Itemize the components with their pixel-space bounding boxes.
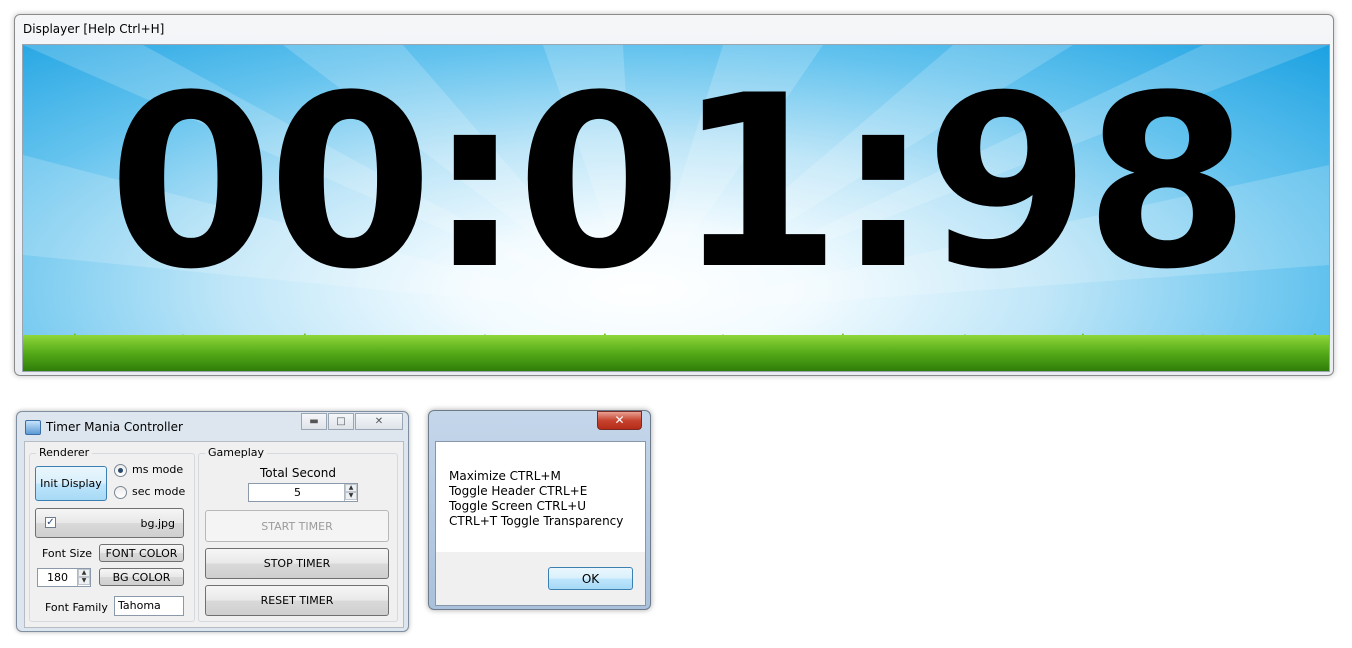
- font-family-label: Font Family: [45, 601, 108, 614]
- help-dialog: ✕ Maximize CTRL+M Toggle Header CTRL+E T…: [428, 410, 651, 610]
- grass-strip: [23, 335, 1329, 371]
- gameplay-group: Gameplay Total Second 5 ▲ ▼ START TIMER …: [198, 446, 398, 622]
- start-timer-button[interactable]: START TIMER: [205, 510, 389, 542]
- font-size-value: 180: [47, 571, 68, 584]
- help-text-area: Maximize CTRL+M Toggle Header CTRL+E Tog…: [436, 442, 645, 552]
- controller-title: Timer Mania Controller: [46, 420, 183, 434]
- init-display-button[interactable]: Init Display: [35, 466, 107, 501]
- renderer-group: Renderer Init Display ms mode sec mode ✓…: [29, 446, 195, 622]
- spin-down-icon[interactable]: ▼: [345, 492, 357, 500]
- total-second-label: Total Second: [259, 466, 336, 480]
- font-size-label: Font Size: [42, 547, 93, 560]
- total-second-stepper[interactable]: ▲ ▼: [344, 484, 357, 501]
- app-monitor-icon: [25, 420, 41, 435]
- help-dialog-client: Maximize CTRL+M Toggle Header CTRL+E Tog…: [435, 441, 646, 606]
- ms-mode-label: ms mode: [132, 463, 184, 476]
- gameplay-group-label: Gameplay: [205, 446, 268, 459]
- total-second-value: 5: [294, 486, 301, 499]
- reset-timer-button[interactable]: RESET TIMER: [205, 585, 389, 616]
- minimize-button[interactable]: ▬: [301, 413, 327, 430]
- ms-mode-radio[interactable]: [114, 464, 127, 477]
- spin-up-icon[interactable]: ▲: [78, 569, 90, 577]
- close-icon[interactable]: ✕: [355, 413, 403, 430]
- font-family-input[interactable]: Tahoma: [114, 596, 184, 616]
- help-line-toggle-screen: Toggle Screen CTRL+U: [449, 499, 587, 513]
- background-file-label: bg.jpg: [140, 516, 175, 530]
- font-color-button[interactable]: FONT COLOR: [99, 544, 184, 562]
- renderer-group-label: Renderer: [36, 446, 93, 459]
- bg-color-button[interactable]: BG COLOR: [99, 568, 184, 586]
- spin-down-icon[interactable]: ▼: [78, 577, 90, 585]
- maximize-button[interactable]: □: [328, 413, 354, 430]
- help-line-maximize: Maximize CTRL+M: [449, 469, 561, 483]
- spin-up-icon[interactable]: ▲: [345, 484, 357, 492]
- background-checkbox[interactable]: ✓: [45, 517, 56, 528]
- close-icon[interactable]: ✕: [597, 411, 642, 430]
- background-image-button[interactable]: ✓ bg.jpg: [35, 508, 184, 538]
- stop-timer-button[interactable]: STOP TIMER: [205, 548, 389, 579]
- sec-mode-radio[interactable]: [114, 486, 127, 499]
- font-size-stepper[interactable]: ▲ ▼: [77, 569, 90, 586]
- total-second-input[interactable]: 5: [248, 483, 358, 502]
- displayer-window: Displayer [Help Ctrl+H] 00:01:98: [14, 14, 1334, 376]
- sec-mode-label: sec mode: [132, 485, 186, 498]
- timer-display: 00:01:98: [108, 45, 1250, 322]
- ok-button[interactable]: OK: [548, 567, 633, 590]
- help-line-toggle-transparency: CTRL+T Toggle Transparency: [449, 514, 624, 528]
- displayer-title: Displayer [Help Ctrl+H]: [23, 22, 165, 36]
- help-line-toggle-header: Toggle Header CTRL+E: [449, 484, 588, 498]
- displayer-canvas: 00:01:98: [22, 44, 1330, 372]
- controller-client-area: Renderer Init Display ms mode sec mode ✓…: [24, 441, 404, 628]
- controller-window: Timer Mania Controller ▬ □ ✕ Renderer In…: [16, 411, 409, 632]
